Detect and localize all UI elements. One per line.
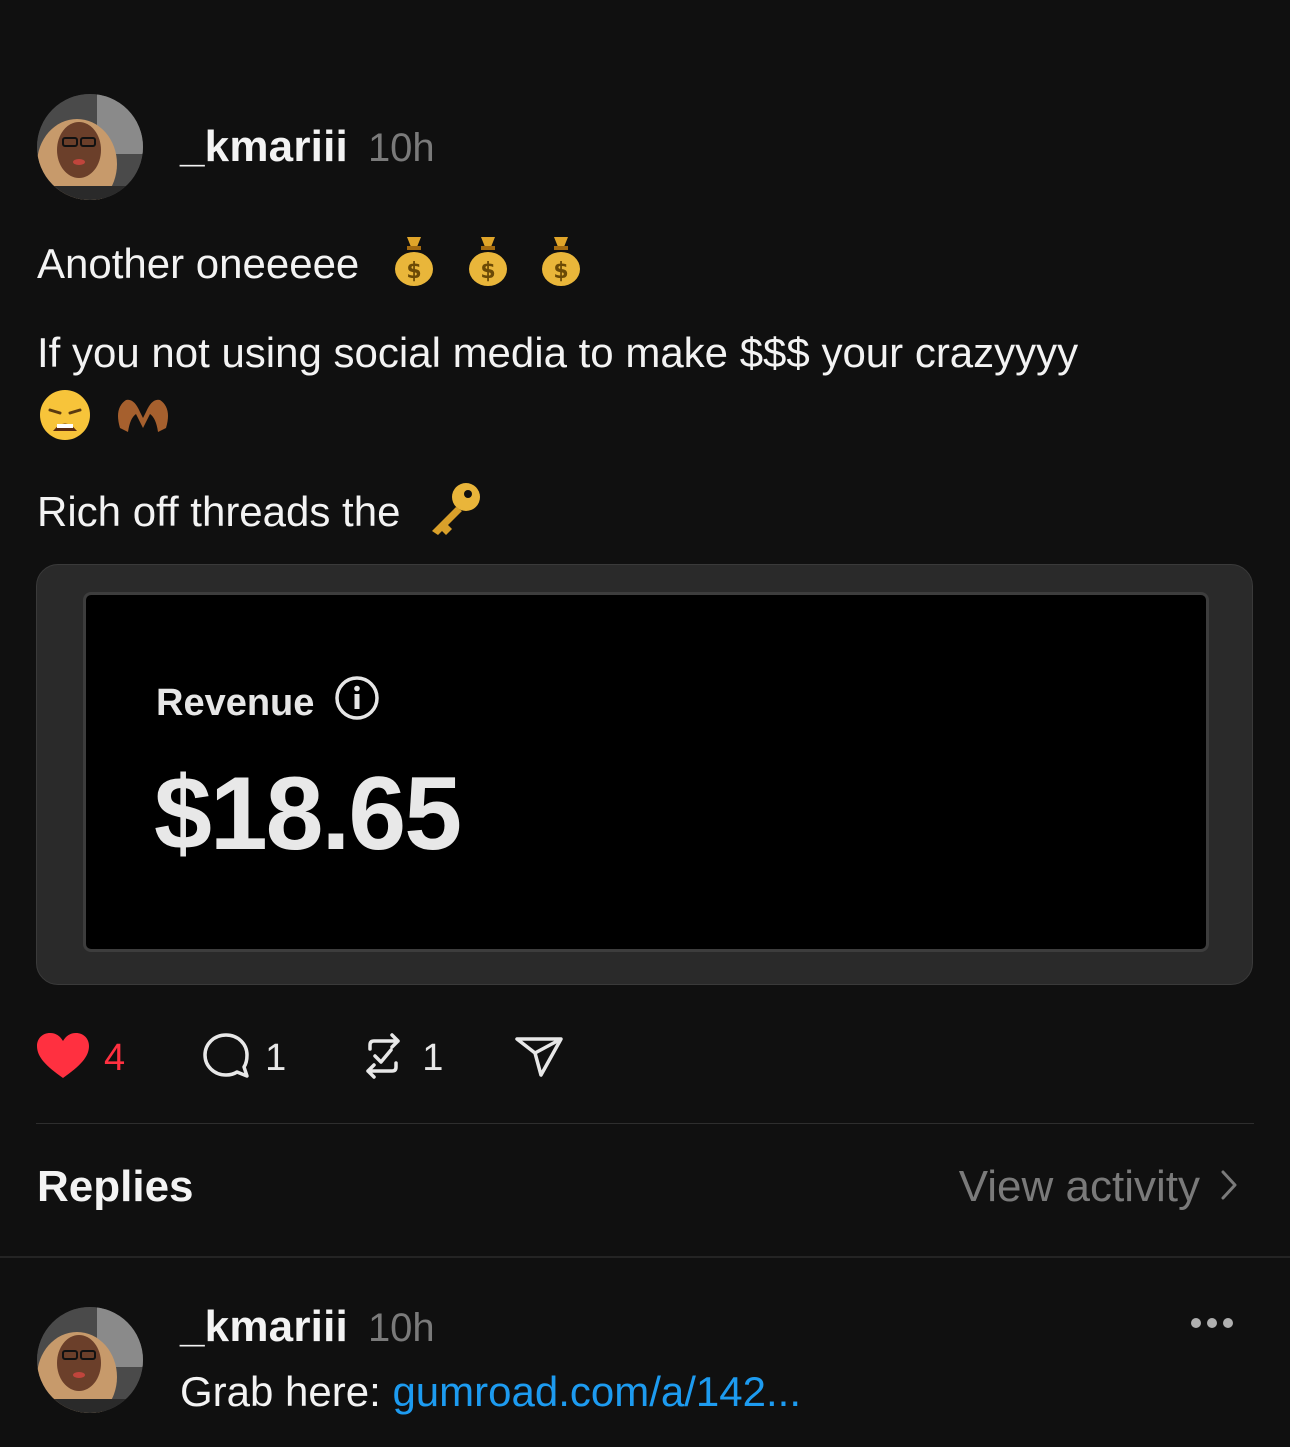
weary-face-icon	[38, 388, 92, 456]
reply-avatar[interactable]	[37, 1307, 143, 1413]
comment-icon	[201, 1031, 251, 1086]
like-count: 4	[104, 1036, 126, 1079]
key-icon	[426, 479, 486, 551]
post-text-line-2-emojis	[38, 388, 174, 456]
heart-hands-icon	[112, 388, 174, 456]
replies-title: Replies	[37, 1162, 194, 1211]
more-options-icon[interactable]	[1190, 1316, 1234, 1335]
post-username[interactable]: _kmariii	[180, 122, 348, 172]
money-bag-icon: $	[467, 233, 509, 301]
revenue-label-row: Revenue	[156, 675, 380, 731]
repost-count: 1	[422, 1036, 444, 1079]
reply-count: 1	[265, 1036, 287, 1079]
svg-text:$: $	[480, 259, 495, 284]
post-text-line-3: Rich off threads the	[37, 479, 486, 551]
thread-page: _kmariii 10h Another oneeeee $ $ $ If yo…	[0, 0, 1290, 1447]
money-bag-icon: $	[393, 233, 435, 301]
share-button[interactable]	[513, 1030, 565, 1086]
post-text-line-3-content: Rich off threads the	[37, 488, 401, 536]
reply-header: _kmariii 10h	[180, 1302, 435, 1352]
repost-icon	[358, 1031, 408, 1086]
view-activity-label: View activity	[958, 1162, 1200, 1211]
heart-icon	[36, 1032, 90, 1085]
like-button[interactable]: 4	[36, 1030, 125, 1086]
repost-button[interactable]: 1	[358, 1030, 443, 1086]
post-text-line-1: Another oneeeee $ $ $	[37, 233, 582, 301]
post-actions: 4 1 1	[36, 1030, 565, 1086]
post-timestamp: 10h	[367, 126, 435, 170]
post-avatar[interactable]	[37, 94, 143, 200]
money-bag-icon: $	[540, 233, 582, 301]
post-text-line-1-content: Another oneeeee	[37, 240, 360, 288]
reply-username[interactable]: _kmariii	[180, 1302, 348, 1352]
info-icon	[334, 675, 380, 731]
chevron-right-icon	[1220, 1162, 1238, 1212]
revenue-amount: $18.65	[154, 756, 462, 872]
reply-button[interactable]: 1	[201, 1030, 286, 1086]
revenue-screenshot: Revenue $18.65	[83, 592, 1209, 952]
view-activity-link[interactable]: View activity	[959, 1162, 1238, 1212]
post-header: _kmariii 10h	[180, 122, 435, 178]
post-text-line-2: If you not using social media to make $$…	[37, 329, 1079, 376]
reply-text-prefix: Grab here:	[180, 1368, 393, 1415]
svg-text:$: $	[554, 259, 569, 284]
reply-timestamp: 10h	[367, 1306, 435, 1350]
reply-text: Grab here: gumroad.com/a/142...	[180, 1368, 801, 1416]
divider	[36, 1123, 1254, 1124]
send-icon	[513, 1031, 565, 1086]
svg-text:$: $	[406, 259, 421, 284]
reply-link[interactable]: gumroad.com/a/142...	[392, 1368, 801, 1415]
section-divider	[0, 1256, 1290, 1258]
revenue-label: Revenue	[156, 681, 315, 724]
post-media-card[interactable]: Revenue $18.65	[36, 564, 1253, 985]
